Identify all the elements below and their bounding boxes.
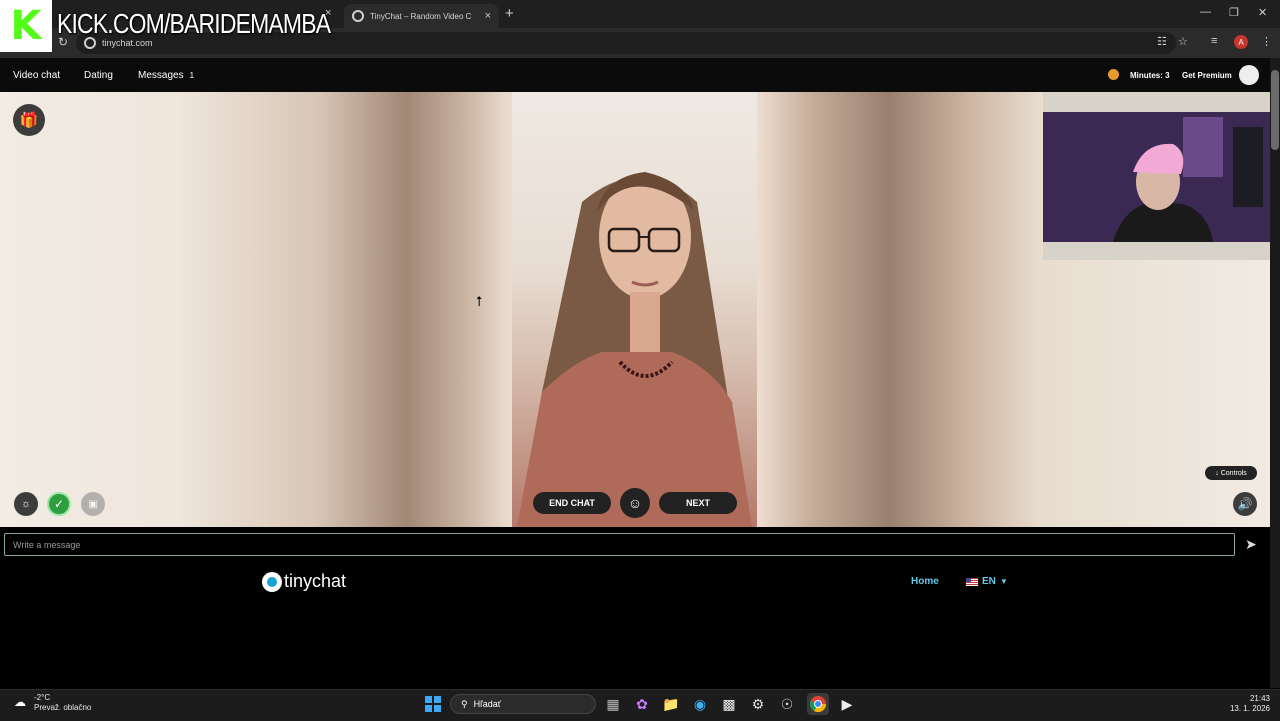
nav-video-chat[interactable]: Video chat: [13, 70, 60, 81]
controls-toggle[interactable]: ↓ Controls: [1205, 466, 1257, 480]
bookmark-star-icon[interactable]: ☆: [1178, 35, 1188, 48]
search-icon: ⚲: [461, 698, 468, 709]
partner-video: [512, 92, 757, 527]
next-button[interactable]: NEXT: [659, 492, 737, 514]
site-header: Video chat Dating Messages 1 Minutes: 3 G…: [0, 58, 1270, 92]
self-video-image: [1043, 112, 1270, 242]
minimize-icon[interactable]: —: [1200, 6, 1211, 18]
kick-logo: K: [0, 0, 52, 52]
footer-home-link[interactable]: Home: [911, 576, 939, 587]
speaker-icon: 🔊: [1237, 497, 1253, 511]
notification-app-icon[interactable]: ☉: [778, 695, 796, 713]
gift-button[interactable]: 🎁: [13, 104, 45, 136]
app-icon[interactable]: ⚙: [749, 695, 767, 713]
translate-icon[interactable]: ☷: [1157, 35, 1167, 48]
new-tab-button[interactable]: +: [505, 5, 514, 22]
windows-start-icon[interactable]: [424, 695, 442, 713]
scrollbar-thumb[interactable]: [1271, 70, 1279, 150]
check-icon: ✓: [53, 497, 65, 511]
copilot-icon[interactable]: ✿: [633, 695, 651, 713]
controls-label: Controls: [1220, 469, 1247, 477]
weather-description: Prevaž. oblačno: [34, 703, 92, 712]
partner-video-image: [517, 172, 752, 527]
active-tab[interactable]: TinyChat – Random Video C ×: [344, 4, 499, 28]
tinychat-brand-text: tinychat: [284, 571, 347, 591]
minutes-counter: Minutes: 3: [1130, 71, 1170, 80]
edge-icon[interactable]: ◉: [691, 695, 709, 713]
user-avatar[interactable]: [1239, 65, 1259, 85]
taskbar-search-placeholder: Hľadať: [473, 699, 502, 709]
self-video: [1043, 112, 1270, 242]
weather-widget[interactable]: -2°C Prevaž. oblačno: [34, 693, 91, 713]
verified-button[interactable]: ✓: [47, 492, 71, 516]
file-explorer-icon[interactable]: 📁: [662, 695, 680, 713]
mouse-cursor-icon: ⭡: [476, 293, 483, 309]
arrow-down-icon: ↓: [1215, 469, 1219, 477]
browser-menu-icon[interactable]: ⋮: [1261, 35, 1272, 48]
clock-date: 13. 1. 2026: [1229, 704, 1270, 713]
alarm-icon: ☼: [20, 498, 32, 510]
caret-down-icon: ▼: [999, 577, 1008, 586]
messages-count-badge: 1: [189, 71, 195, 80]
task-view-icon[interactable]: ▦: [604, 695, 622, 713]
nav-dating[interactable]: Dating: [84, 70, 113, 81]
tab-close-icon[interactable]: ×: [485, 10, 491, 22]
end-chat-button[interactable]: END CHAT: [533, 492, 611, 514]
active-tab-title: TinyChat – Random Video C: [370, 11, 472, 21]
volume-button[interactable]: 🔊: [1233, 492, 1257, 516]
profile-button[interactable]: ☺: [620, 488, 650, 518]
system-clock[interactable]: 21:43 13. 1. 2026: [1226, 694, 1270, 714]
window-close-icon[interactable]: ✕: [1258, 6, 1267, 19]
language-label: EN: [982, 576, 996, 587]
gift-icon: 🎁: [19, 112, 39, 129]
language-selector[interactable]: EN ▼: [966, 576, 1008, 587]
page-scrollbar[interactable]: [1270, 58, 1280, 688]
tinychat-logo[interactable]: tinychat: [262, 571, 346, 592]
tinychat-logo-icon: [262, 571, 282, 592]
get-premium-link[interactable]: Get Premium: [1182, 71, 1232, 80]
kick-logo-letter: K: [10, 3, 42, 49]
profile-avatar[interactable]: A: [1234, 35, 1248, 49]
stream-watermark: KICK.COM/BARIDEMAMBA: [57, 8, 331, 39]
send-icon[interactable]: ➤: [1245, 536, 1257, 553]
person-icon: ☺: [627, 495, 643, 511]
coin-icon: [1108, 69, 1119, 80]
maximize-icon[interactable]: ❐: [1229, 6, 1239, 19]
save-icon: ▣: [88, 498, 98, 510]
media-control-icon[interactable]: ≡: [1211, 35, 1217, 47]
media-player-icon[interactable]: ▶: [838, 695, 856, 713]
tinychat-favicon-icon: [352, 10, 364, 22]
report-button[interactable]: ☼: [14, 492, 38, 516]
us-flag-icon: [966, 577, 978, 586]
save-button[interactable]: ▣: [81, 492, 105, 516]
taskbar-search[interactable]: ⚲ Hľadať: [450, 694, 596, 714]
nav-messages-label: Messages: [138, 70, 184, 81]
weather-icon[interactable]: ☁: [14, 695, 30, 709]
store-icon[interactable]: ▩: [720, 695, 738, 713]
clock-time: 21:43: [1249, 694, 1270, 703]
weather-temp: -2°C: [34, 693, 51, 702]
message-input[interactable]: [4, 533, 1235, 556]
nav-messages[interactable]: Messages 1: [138, 70, 194, 81]
chrome-icon[interactable]: [807, 693, 829, 715]
